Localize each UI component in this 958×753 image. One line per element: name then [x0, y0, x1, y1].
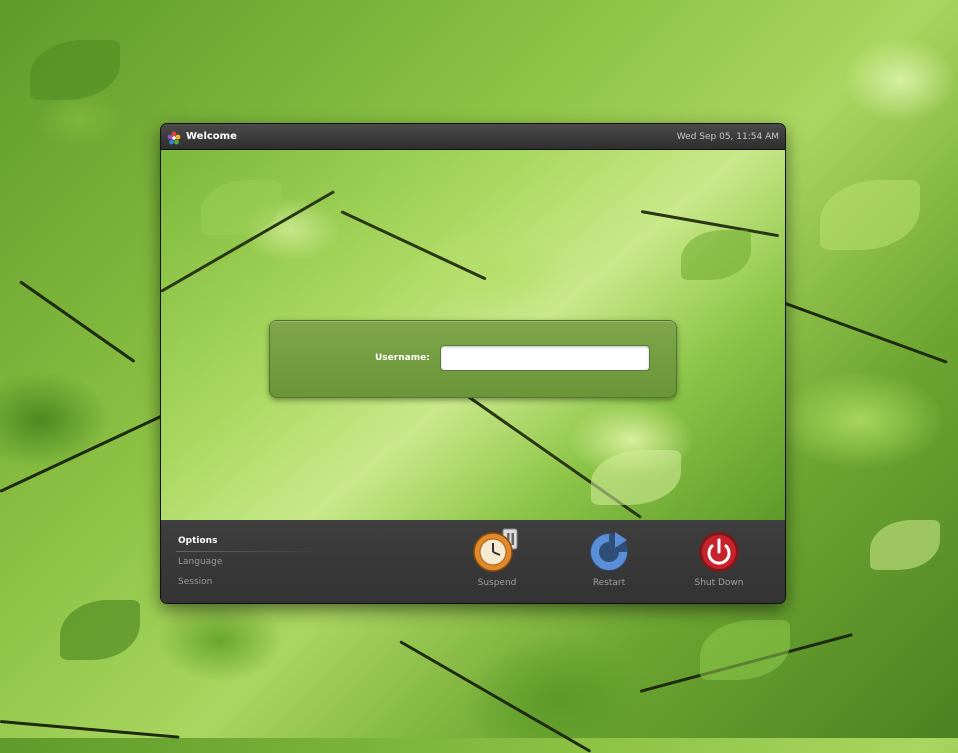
restart-button[interactable]: Restart: [569, 526, 649, 588]
shutdown-button[interactable]: Shut Down: [679, 526, 759, 588]
login-panel: Username:: [269, 320, 677, 398]
gnome-flower-icon: [167, 130, 181, 144]
session-option[interactable]: Session: [178, 577, 212, 587]
suspend-label: Suspend: [477, 578, 517, 588]
greeter-background: Username:: [161, 150, 785, 520]
options-divider: [176, 551, 326, 552]
bottom-bar: Options Language Session Suspend Restart…: [161, 520, 785, 603]
language-option[interactable]: Language: [178, 557, 222, 567]
options-heading[interactable]: Options: [178, 536, 217, 546]
suspend-clock-icon: [473, 526, 521, 574]
restart-arrow-icon: [585, 526, 633, 574]
clock: Wed Sep 05, 11:54 AM: [676, 131, 779, 142]
title-bar: Welcome Wed Sep 05, 11:54 AM: [161, 124, 785, 150]
restart-label: Restart: [592, 578, 626, 588]
username-input[interactable]: [440, 345, 650, 371]
suspend-button[interactable]: Suspend: [457, 526, 537, 588]
username-label: Username:: [375, 353, 430, 363]
shutdown-label: Shut Down: [694, 578, 744, 588]
window-title: Welcome: [186, 131, 237, 142]
login-window: Welcome Wed Sep 05, 11:54 AM Username: O…: [161, 124, 785, 603]
power-icon: [695, 526, 743, 574]
